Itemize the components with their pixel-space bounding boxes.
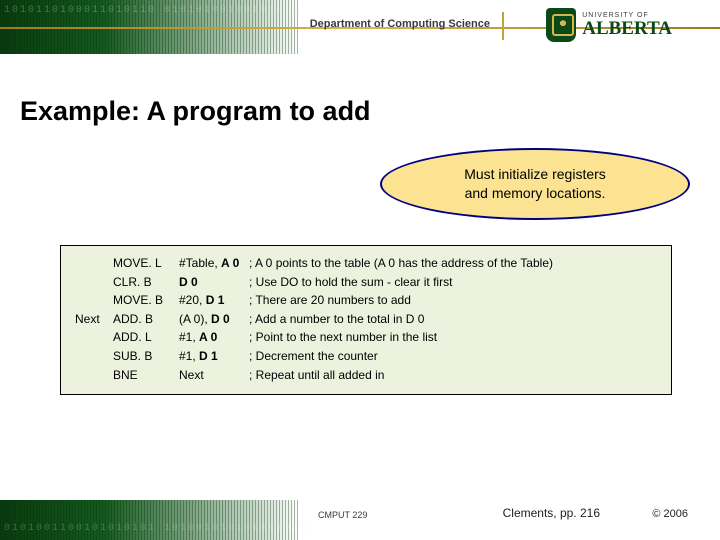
binary-texture-bottom <box>0 500 300 540</box>
code-label <box>75 347 113 366</box>
code-row: BNE Next ; Repeat until all added in <box>75 366 657 385</box>
code-row: Next ADD. B (A 0), D 0 ; Add a number to… <box>75 310 657 329</box>
code-arg: (A 0), D 0 <box>179 310 249 329</box>
code-label: Next <box>75 310 113 329</box>
code-comment: ; There are 20 numbers to add <box>249 291 657 310</box>
code-comment: ; Repeat until all added in <box>249 366 657 385</box>
code-comment: ; A 0 points to the table (A 0 has the a… <box>249 254 657 273</box>
code-op: ADD. B <box>113 310 179 329</box>
university-logo: UNIVERSITY OF ALBERTA <box>546 8 672 42</box>
code-arg: #1, D 1 <box>179 347 249 366</box>
copyright: © 2006 <box>652 508 688 520</box>
code-label <box>75 291 113 310</box>
university-wordmark: UNIVERSITY OF ALBERTA <box>582 12 672 38</box>
code-label <box>75 366 113 385</box>
code-row: CLR. B D 0 ; Use DO to hold the sum - cl… <box>75 273 657 292</box>
code-op: SUB. B <box>113 347 179 366</box>
crest-icon <box>546 8 576 42</box>
callout-bubble: Must initialize registers and memory loc… <box>380 148 690 220</box>
callout-line2: and memory locations. <box>465 184 606 203</box>
code-label <box>75 273 113 292</box>
code-row: MOVE. B #20, D 1 ; There are 20 numbers … <box>75 291 657 310</box>
slide-footer: CMPUT 229 Clements, pp. 216 © 2006 <box>0 500 720 540</box>
code-arg: #Table, A 0 <box>179 254 249 273</box>
code-arg: D 0 <box>179 273 249 292</box>
page-reference: Clements, pp. 216 <box>503 506 600 520</box>
code-comment: ; Point to the next number in the list <box>249 328 657 347</box>
code-row: MOVE. L #Table, A 0 ; A 0 points to the … <box>75 254 657 273</box>
code-comment: ; Use DO to hold the sum - clear it firs… <box>249 273 657 292</box>
code-row: SUB. B #1, D 1 ; Decrement the counter <box>75 347 657 366</box>
university-name: ALBERTA <box>582 19 672 38</box>
code-op: ADD. L <box>113 328 179 347</box>
code-label <box>75 254 113 273</box>
slide-header: Department of Computing Science UNIVERSI… <box>0 0 720 54</box>
slide-title: Example: A program to add <box>20 96 371 127</box>
department-label: Department of Computing Science <box>310 18 490 30</box>
code-arg: #1, A 0 <box>179 328 249 347</box>
course-code: CMPUT 229 <box>318 510 367 520</box>
code-arg: #20, D 1 <box>179 291 249 310</box>
code-arg: Next <box>179 366 249 385</box>
code-row: ADD. L #1, A 0 ; Point to the next numbe… <box>75 328 657 347</box>
code-comment: ; Add a number to the total in D 0 <box>249 310 657 329</box>
code-panel: MOVE. L #Table, A 0 ; A 0 points to the … <box>60 245 672 395</box>
code-op: MOVE. B <box>113 291 179 310</box>
code-comment: ; Decrement the counter <box>249 347 657 366</box>
header-separator <box>502 12 504 40</box>
code-op: MOVE. L <box>113 254 179 273</box>
code-label <box>75 328 113 347</box>
code-op: BNE <box>113 366 179 385</box>
code-op: CLR. B <box>113 273 179 292</box>
callout-line1: Must initialize registers <box>464 165 606 184</box>
